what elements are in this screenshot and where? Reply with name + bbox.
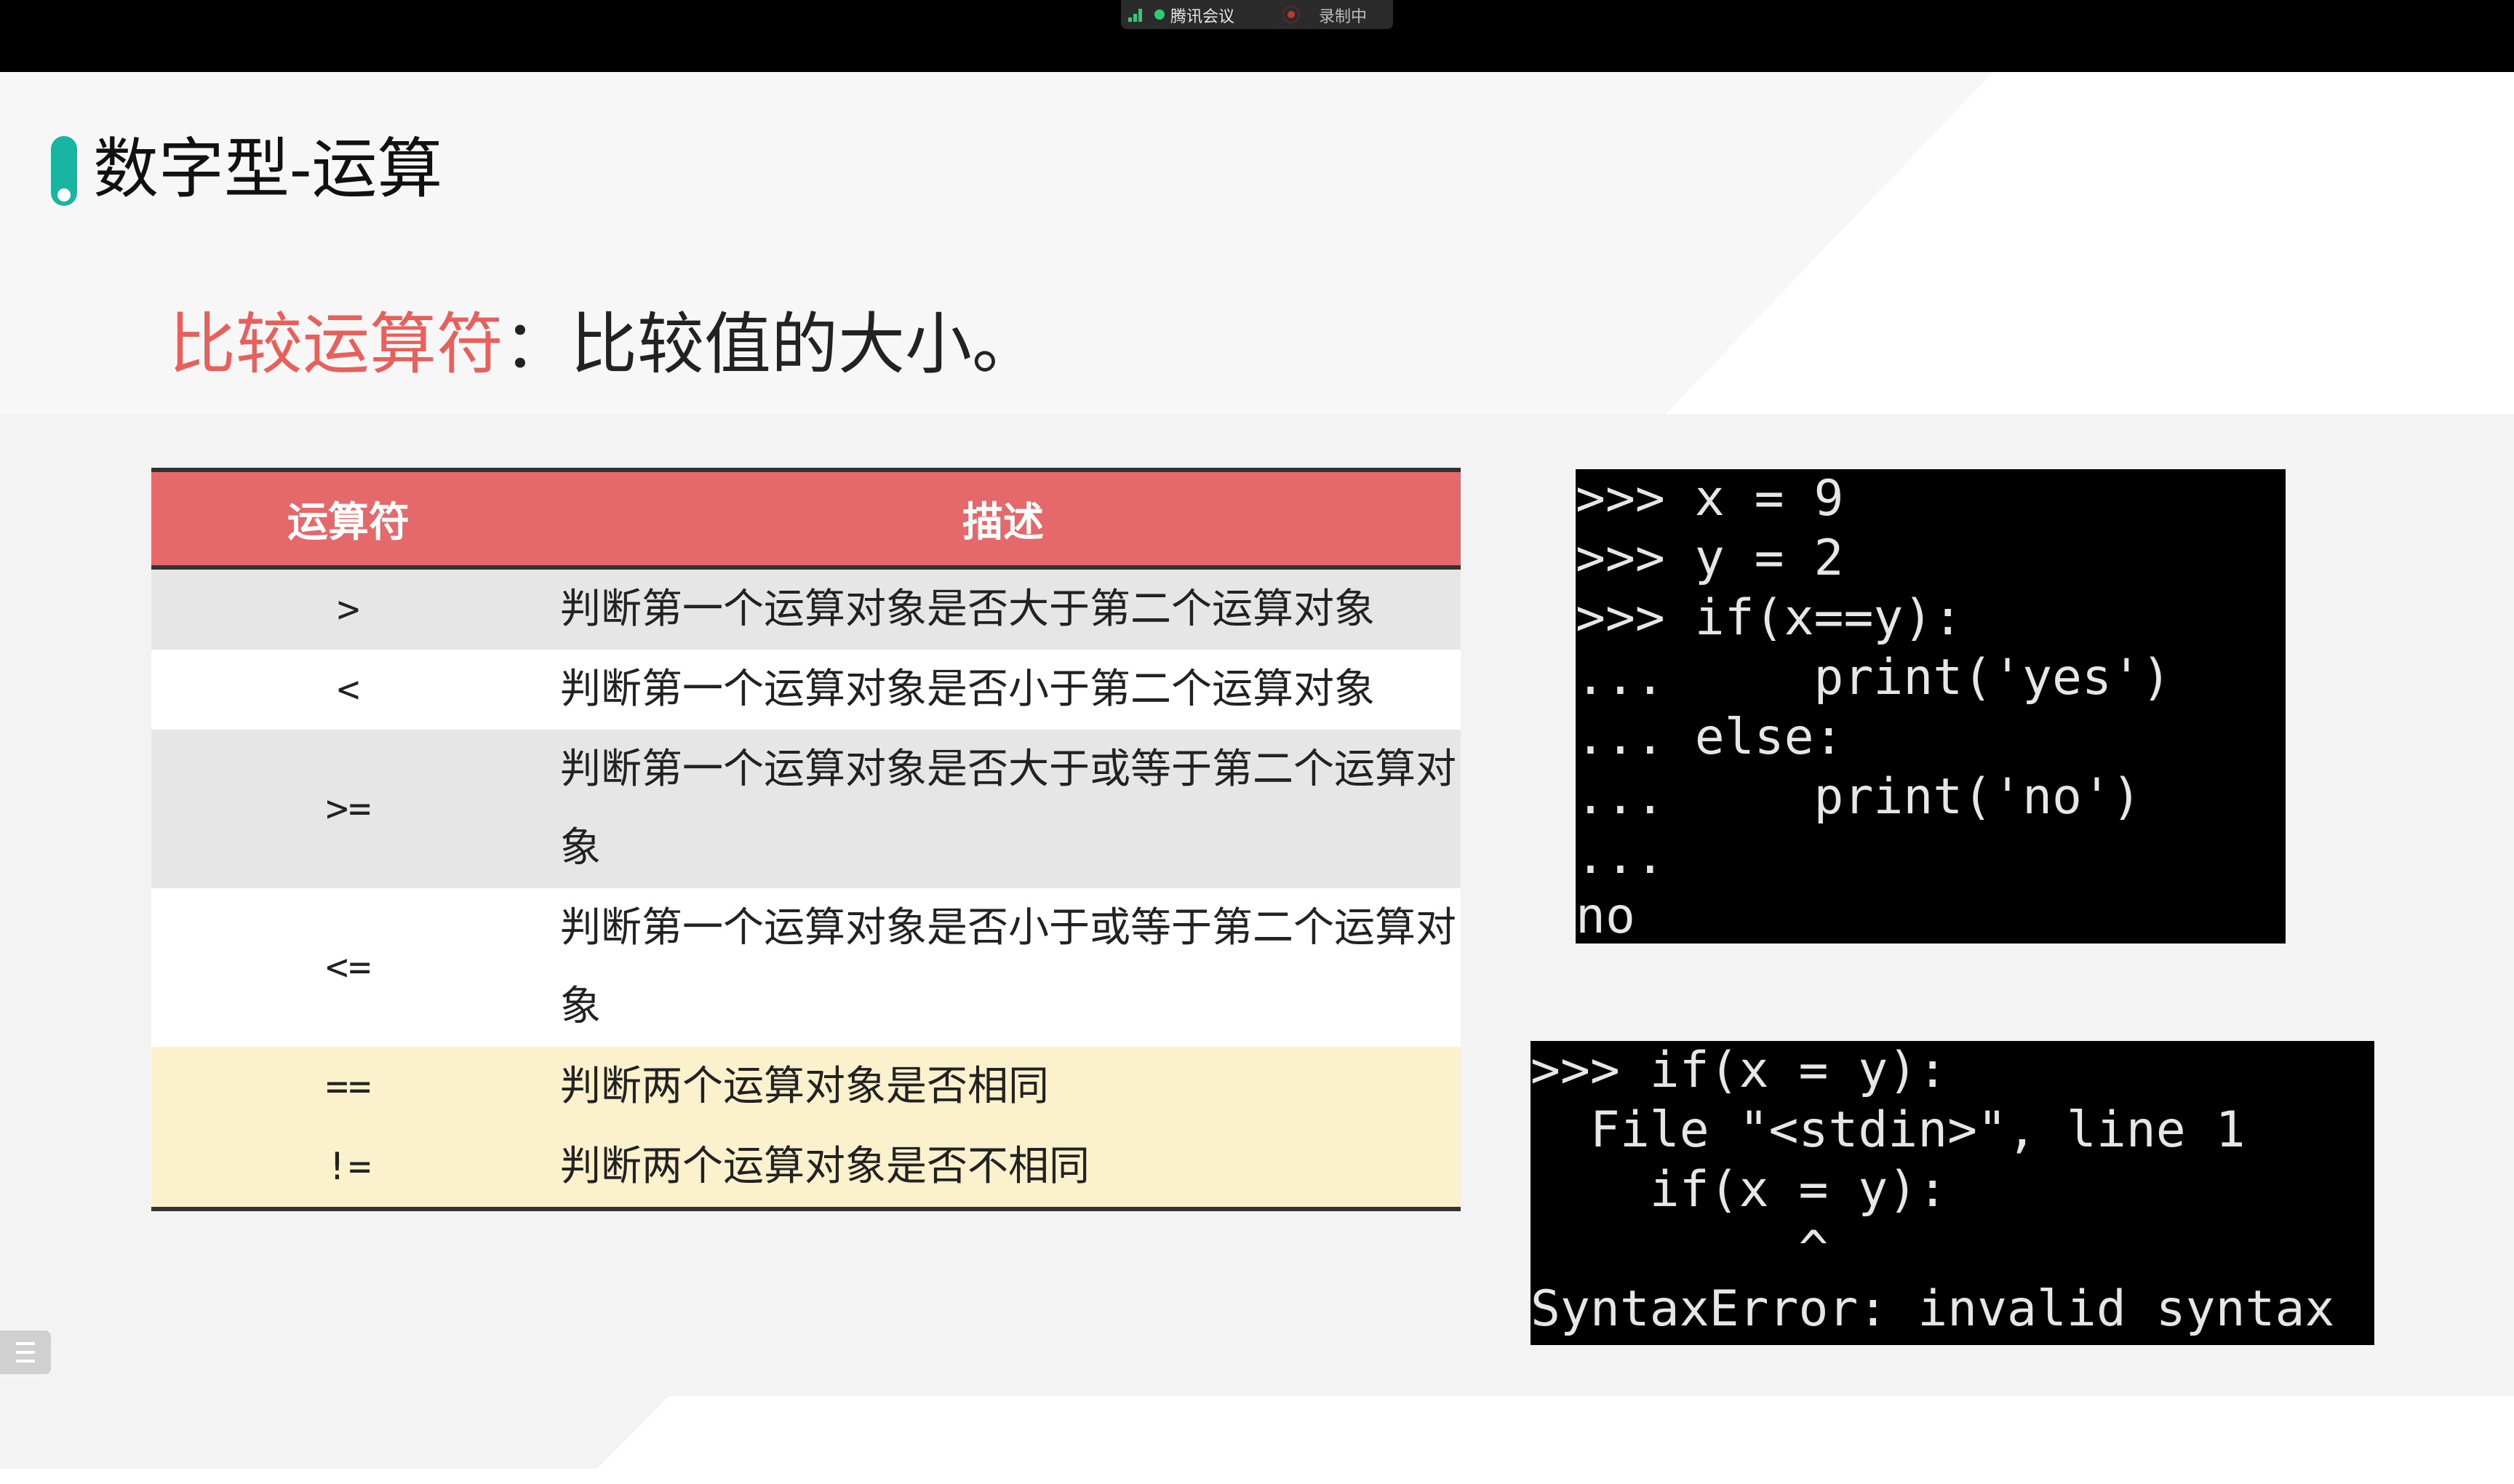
table-row: == 判断两个运算对象是否相同 xyxy=(151,1047,1461,1127)
console-output: >>> if(x = y): File "<stdin>", line 1 if… xyxy=(1531,1042,2335,1338)
subtitle-keyword: 比较运算符 xyxy=(169,306,504,383)
signal-strength-icon xyxy=(1128,9,1147,22)
python-console-example: >>> x = 9 >>> y = 2 >>> if(x==y): ... pr… xyxy=(1576,469,2286,944)
presentation-slide: 数字型-运算 比较运算符：比较值的大小。 运算符 描述 > 判断第一个运算对象是… xyxy=(0,72,2514,1484)
slide-title: 数字型-运算 xyxy=(93,131,443,207)
meeting-status-pill[interactable]: 腾讯会议 录制中 xyxy=(1121,0,1393,29)
description-cell: 判断第一个运算对象是否大于或等于第二个运算对象 xyxy=(546,730,1461,888)
subtitle-text: ：比较值的大小。 xyxy=(503,306,1039,383)
meeting-app-name: 腾讯会议 xyxy=(1170,8,1235,26)
table-row: <= 判断第一个运算对象是否小于或等于第二个运算对象 xyxy=(151,888,1461,1047)
outline-toggle-button[interactable] xyxy=(0,1331,51,1374)
operator-cell: > xyxy=(151,567,546,650)
column-header-description: 描述 xyxy=(546,468,1461,570)
console-output: >>> x = 9 >>> y = 2 >>> if(x==y): ... pr… xyxy=(1576,470,2171,944)
slide-subtitle: 比较运算符：比较值的大小。 xyxy=(169,305,1039,385)
table-header-row: 运算符 描述 xyxy=(151,468,1461,570)
meeting-top-bar: 腾讯会议 录制中 xyxy=(0,0,2514,72)
table-row: > 判断第一个运算对象是否大于第二个运算对象 xyxy=(151,567,1461,650)
description-cell: 判断两个运算对象是否不相同 xyxy=(546,1127,1461,1211)
description-cell: 判断第一个运算对象是否大于第二个运算对象 xyxy=(546,567,1461,650)
recording-label: 录制中 xyxy=(1319,8,1368,26)
connection-status-icon xyxy=(1154,9,1165,20)
operator-cell: != xyxy=(151,1127,546,1211)
operator-cell: >= xyxy=(151,730,546,888)
operator-cell: == xyxy=(151,1047,546,1127)
python-syntax-error-example: >>> if(x = y): File "<stdin>", line 1 if… xyxy=(1531,1041,2374,1345)
operator-cell: <= xyxy=(151,888,546,1047)
operator-cell: < xyxy=(151,650,546,730)
table-row: != 判断两个运算对象是否不相同 xyxy=(151,1127,1461,1211)
description-cell: 判断第一个运算对象是否小于第二个运算对象 xyxy=(546,650,1461,730)
recording-icon xyxy=(1282,6,1300,23)
table-row: >= 判断第一个运算对象是否大于或等于第二个运算对象 xyxy=(151,730,1461,888)
title-marker-icon xyxy=(51,136,77,206)
description-cell: 判断两个运算对象是否相同 xyxy=(546,1047,1461,1127)
operator-table: 运算符 描述 > 判断第一个运算对象是否大于第二个运算对象 < 判断第一个运算对… xyxy=(151,468,1461,1211)
description-cell: 判断第一个运算对象是否小于或等于第二个运算对象 xyxy=(546,888,1461,1047)
column-header-operator: 运算符 xyxy=(151,468,546,570)
table-row: < 判断第一个运算对象是否小于第二个运算对象 xyxy=(151,650,1461,730)
